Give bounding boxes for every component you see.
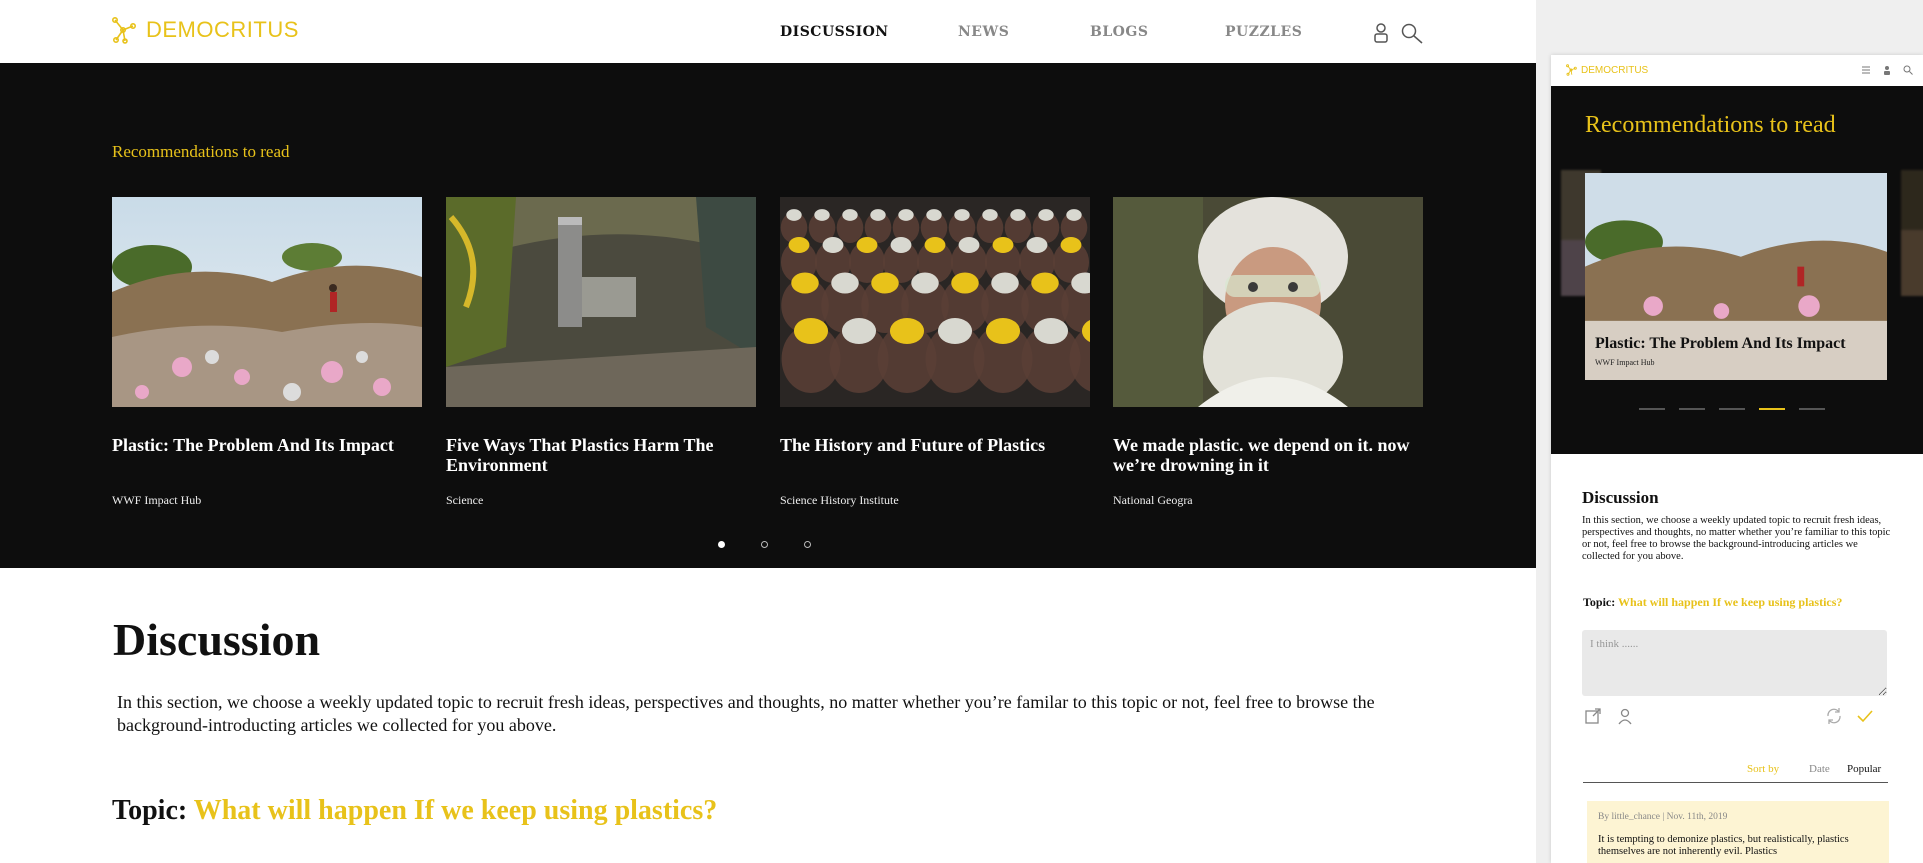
mobile-preview: DEMOCRITUS Recommendations to read Plast [1551,55,1923,863]
mobile-article-card[interactable]: Plastic: The Problem And Its Impact WWF … [1585,173,1887,380]
tunnel-photo [446,197,756,407]
menu-icon[interactable] [1861,65,1871,75]
article-title[interactable]: Five Ways That Plastics Harm The Environ… [446,435,766,475]
mobile-recommendations: Recommendations to read Plastic: The Pro… [1551,86,1923,454]
comment-card[interactable]: By little_chance | Nov. 11th, 2019 It is… [1587,801,1889,863]
carousel-bar[interactable] [1679,408,1705,410]
topic-label: Topic: [1583,595,1616,609]
comment-text: It is tempting to demonize plastics, but… [1598,834,1849,857]
mobile-topic-line: Topic: What will happen If we keep using… [1583,595,1842,610]
search-icon[interactable] [1400,22,1424,46]
worker-photo [1113,197,1423,407]
check-icon[interactable] [1856,707,1874,725]
mobile-brand-logo[interactable]: DEMOCRITUS [1565,64,1648,76]
mobile-carousel-pagination [1639,408,1825,410]
search-icon[interactable] [1903,65,1913,75]
nav-puzzles[interactable]: PUZZLES [1225,24,1302,40]
sort-label: Sort by [1747,763,1780,775]
carousel-bar[interactable] [1719,408,1745,410]
comment-meta: By little_chance | Nov. 11th, 2019 [1598,812,1728,822]
nav-blogs[interactable]: BLOGS [1090,24,1148,40]
carousel-pagination [718,541,811,548]
share-icon[interactable] [1584,707,1602,725]
article-source: Science History Institute [780,493,899,507]
top-navbar: DEMOCRITUS DISCUSSION NEWS BLOGS PUZZLES [0,0,1536,63]
sort-date[interactable]: Date [1809,763,1830,775]
landfill-photo [112,197,422,407]
carousel-dot[interactable] [804,541,811,548]
comment-input[interactable] [1582,630,1887,696]
carousel-bar[interactable] [1799,408,1825,410]
nav-news[interactable]: NEWS [958,24,1009,40]
brand-logo[interactable]: DEMOCRITUS [110,16,299,44]
next-card-peek[interactable] [1901,170,1923,296]
carousel-bar[interactable] [1759,408,1785,410]
refresh-icon[interactable] [1825,707,1843,725]
mobile-article-source: WWF Impact Hub [1595,358,1655,367]
mobile-discussion-heading: Discussion [1582,488,1659,507]
tunnel-photo [1901,170,1923,296]
discussion-heading: Discussion [113,614,321,665]
mobile-nav-icons [1861,65,1913,75]
article-source: WWF Impact Hub [112,493,202,507]
user-icon[interactable] [1372,22,1390,44]
article-title[interactable]: Plastic: The Problem And Its Impact [112,435,432,455]
topic-question: What will happen If we keep using plasti… [193,795,718,826]
article-source: Science [446,493,484,507]
recommendations-section: Recommendations to read Plastic: The Pro… [0,63,1536,568]
article-source: National Geogra [1113,493,1193,507]
nav-discussion[interactable]: DISCUSSION [780,24,889,40]
recommendations-title: Recommendations to read [112,142,290,161]
sort-popular[interactable]: Popular [1847,763,1881,775]
brand-name: DEMOCRITUS [146,17,299,42]
mobile-article-title[interactable]: Plastic: The Problem And Its Impact [1595,335,1846,353]
article-card[interactable]: We made plastic. we depend on it. now we… [1113,197,1423,507]
article-card[interactable]: Five Ways That Plastics Harm The Environ… [446,197,756,507]
topic-question: What will happen If we keep using plasti… [1618,595,1843,609]
desktop-view: DEMOCRITUS DISCUSSION NEWS BLOGS PUZZLES… [0,0,1536,863]
atom-logo-icon [111,16,136,44]
topic-line: Topic: What will happen If we keep using… [112,795,717,827]
mobile-discussion-intro: In this section, we choose a weekly upda… [1582,515,1891,562]
carousel-dot[interactable] [718,541,725,548]
article-card[interactable]: Plastic: The Problem And Its Impact WWF … [112,197,422,507]
article-card[interactable]: The History and Future of Plastics Scien… [780,197,1090,507]
sort-bar: Sort by Date Popular [1583,763,1888,783]
mobile-recommendations-title: Recommendations to read [1585,112,1836,138]
discussion-intro: In this section, we choose a weekly upda… [117,692,1375,735]
user-icon[interactable] [1882,65,1892,75]
carousel-bar[interactable] [1639,408,1665,410]
user-icon[interactable] [1616,707,1634,725]
mobile-brand-name: DEMOCRITUS [1581,64,1649,76]
article-title[interactable]: We made plastic. we depend on it. now we… [1113,435,1433,475]
article-title[interactable]: The History and Future of Plastics [780,435,1100,455]
mobile-navbar: DEMOCRITUS [1551,55,1923,86]
bottles-photo [780,197,1090,407]
carousel-dot[interactable] [761,541,768,548]
topic-label: Topic: [112,795,188,826]
atom-logo-icon [1566,64,1577,76]
